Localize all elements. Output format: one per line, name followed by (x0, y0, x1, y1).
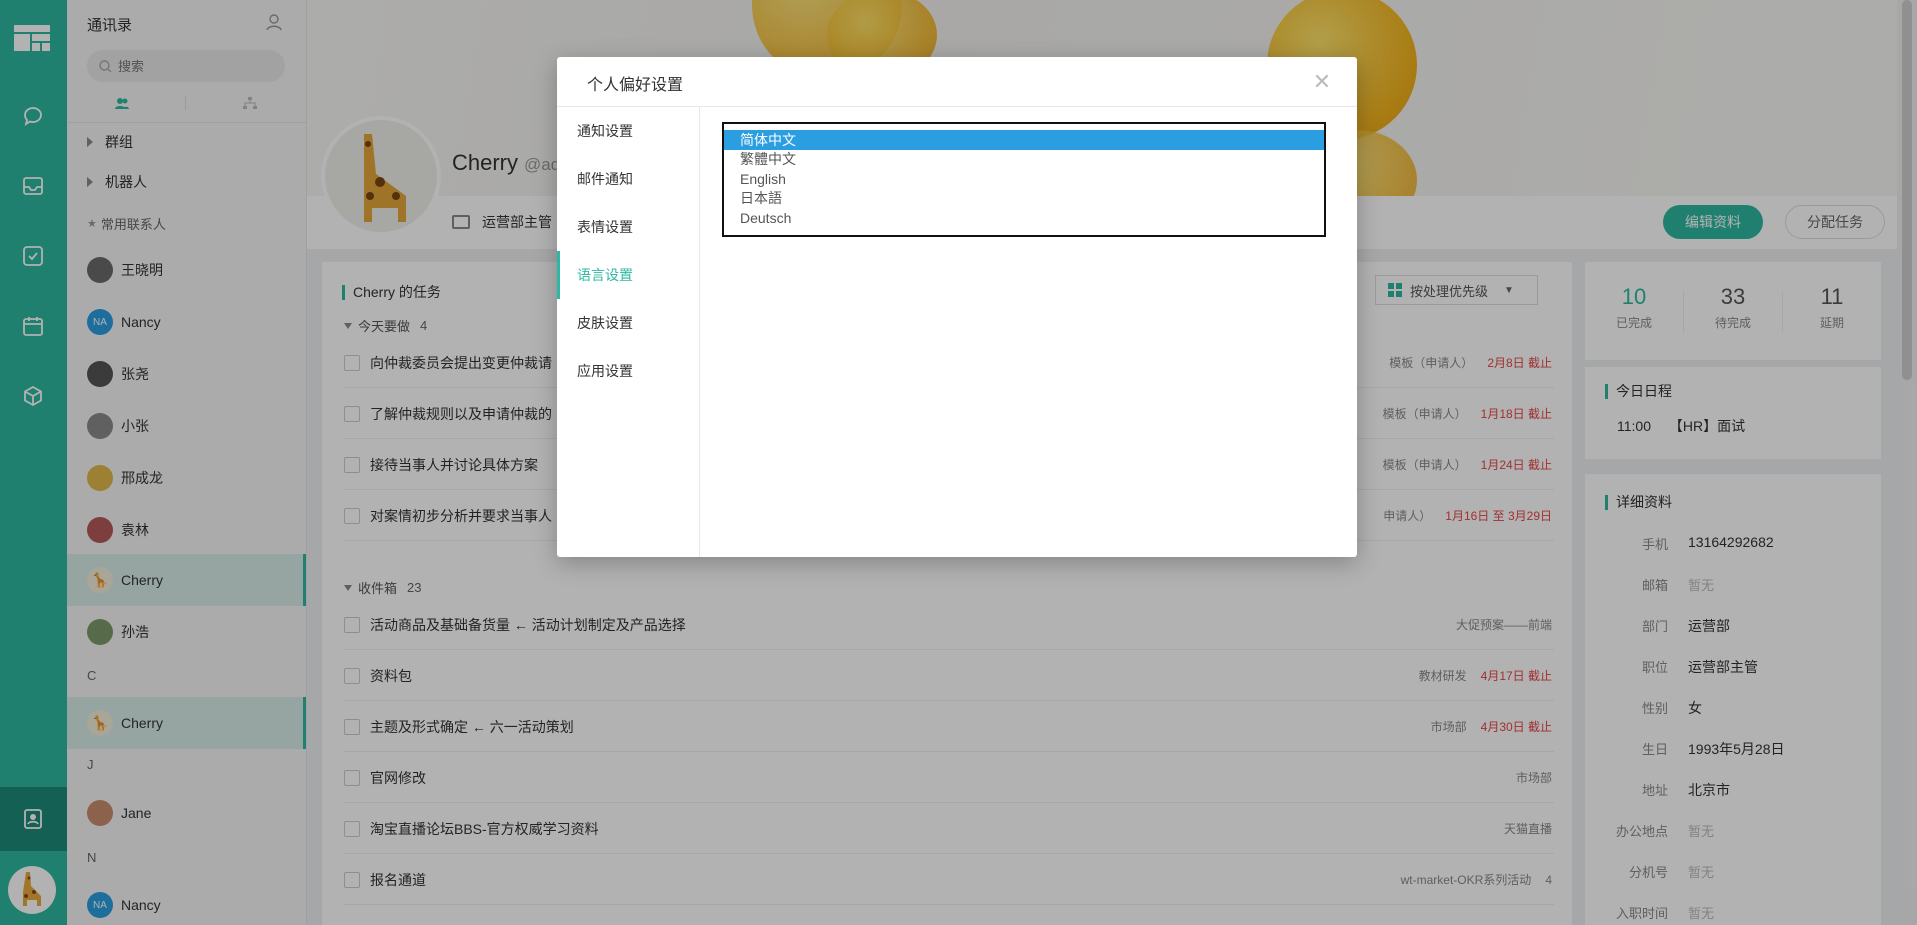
language-option[interactable]: 繁體中文 (724, 150, 1324, 170)
nav-email-notification[interactable]: 邮件通知 (557, 155, 700, 203)
language-option[interactable]: Deutsch (724, 208, 1324, 228)
language-option[interactable]: English (724, 169, 1324, 189)
language-listbox[interactable]: 简体中文 繁體中文 English 日本語 Deutsch (722, 122, 1326, 237)
nav-skin-settings[interactable]: 皮肤设置 (557, 299, 700, 347)
language-option-selected[interactable]: 简体中文 (724, 130, 1324, 150)
nav-emoji-settings[interactable]: 表情设置 (557, 203, 700, 251)
language-option[interactable]: 日本語 (724, 189, 1324, 209)
nav-notification-settings[interactable]: 通知设置 (557, 107, 700, 155)
close-icon[interactable]: ✕ (1307, 67, 1337, 97)
nav-language-settings[interactable]: 语言设置 (557, 251, 700, 299)
modal-nav: 通知设置 邮件通知 表情设置 语言设置 皮肤设置 应用设置 (557, 107, 700, 557)
preferences-modal: 个人偏好设置 ✕ 通知设置 邮件通知 表情设置 语言设置 皮肤设置 应用设置 简… (557, 57, 1357, 557)
modal-title: 个人偏好设置 (587, 77, 684, 94)
nav-app-settings[interactable]: 应用设置 (557, 347, 700, 395)
